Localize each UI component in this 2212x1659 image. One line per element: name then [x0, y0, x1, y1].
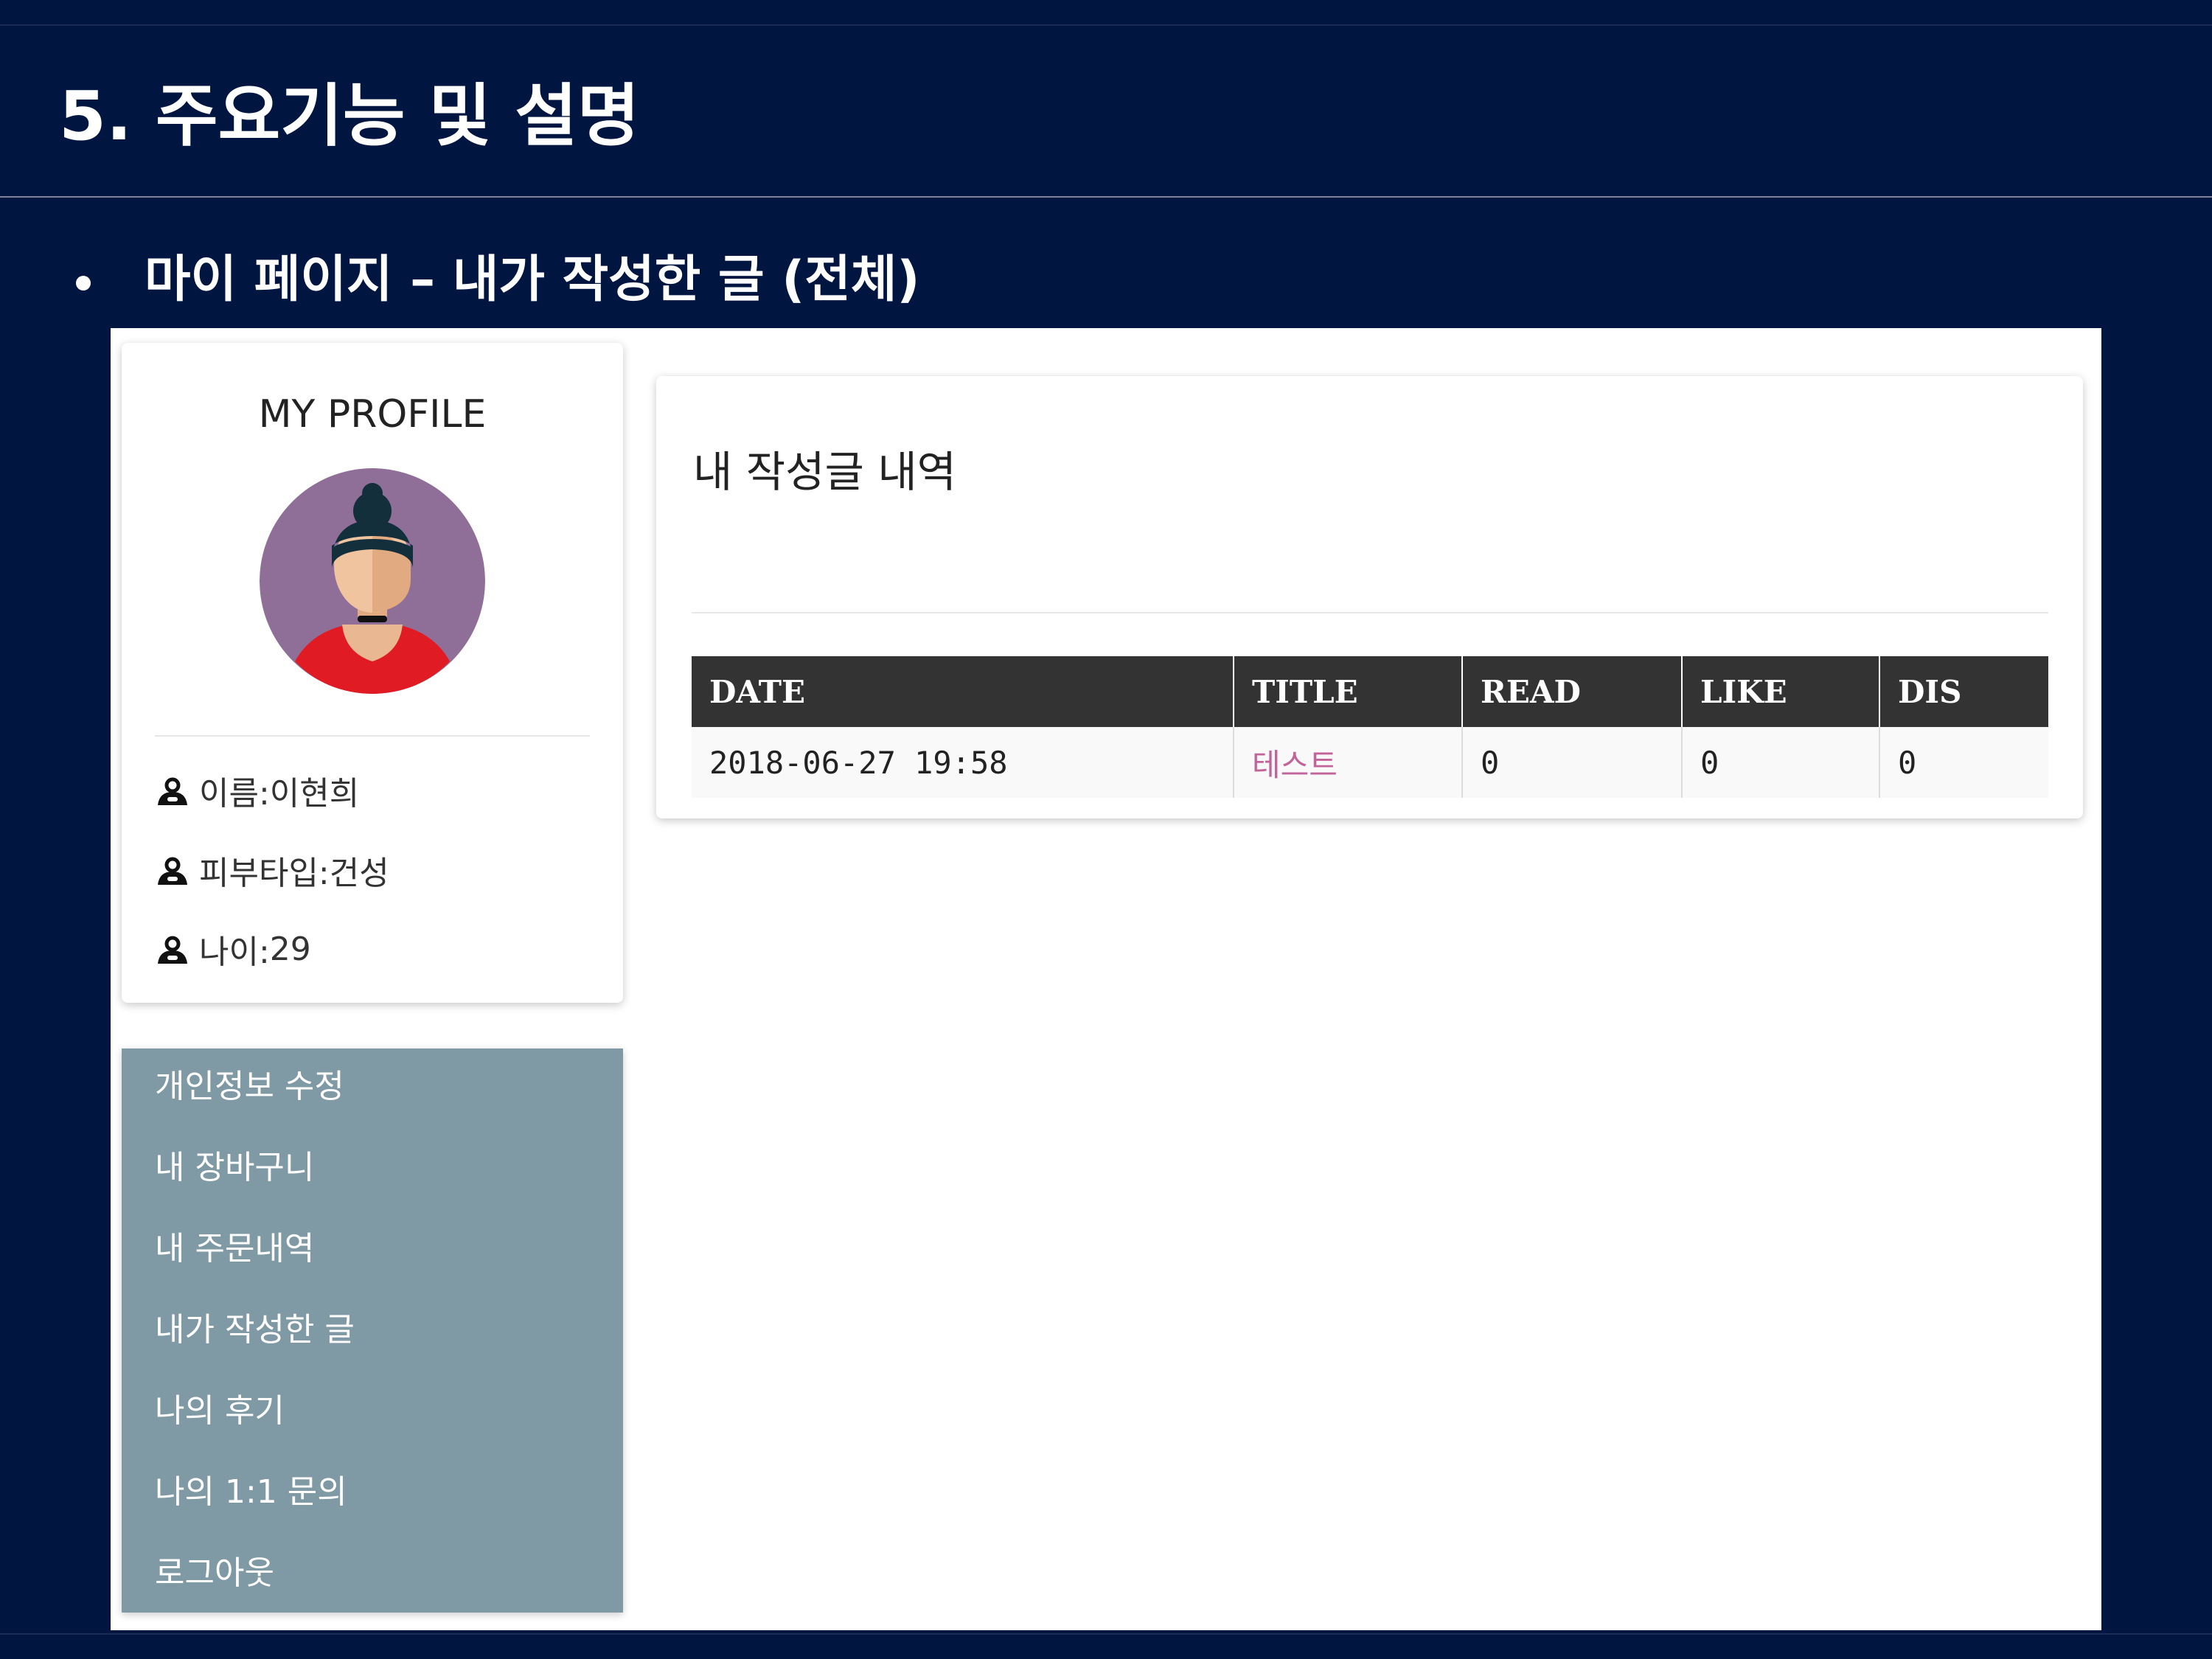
profile-field-name: 이름 이현희: [155, 765, 359, 816]
posts-table: DATE TITLE READ LIKE DIS 2018-06-27 19:5…: [692, 656, 2048, 798]
woman-avatar-icon: [260, 468, 485, 694]
menu-item-inquiries[interactable]: 나의 1:1 문의: [155, 1467, 347, 1518]
posts-divider: [692, 612, 2048, 613]
title-divider: [0, 196, 2212, 198]
column-header-date: DATE: [692, 656, 1234, 727]
menu-item-cart[interactable]: 내 장바구니: [155, 1142, 314, 1194]
cell-dis: 0: [1879, 727, 2048, 798]
field-value: 29: [269, 930, 311, 968]
field-label: 피부타입: [199, 846, 330, 894]
profile-field-age: 나이 29: [155, 923, 311, 975]
slide-title: 5. 주요기능 및 설명: [59, 77, 640, 156]
column-header-read: READ: [1462, 656, 1683, 727]
profile-heading: MY PROFILE: [258, 392, 487, 437]
menu-item-edit-profile[interactable]: 개인정보 수정: [155, 1061, 344, 1113]
profile-card: MY PROFILE 이름 이현희: [122, 343, 623, 1003]
mypage-menu: 개인정보 수정 내 장바구니 내 주문내역 내가 작성한 글 나의 후기 나의 …: [122, 1048, 623, 1613]
my-posts-card: 내 작성글 내역 DATE TITLE READ LIKE DIS 2018-0…: [656, 376, 2083, 818]
column-header-dis: DIS: [1879, 656, 2048, 727]
posts-heading: 내 작성글 내역: [693, 447, 957, 497]
top-divider: [0, 24, 2212, 26]
slide-subtitle: 마이 페이지 – 내가 작성한 글 (전체): [145, 251, 920, 309]
webpage-screenshot: MY PROFILE 이름 이현희: [111, 328, 2101, 1630]
user-icon: [155, 931, 190, 967]
user-icon: [155, 773, 190, 808]
cell-date: 2018-06-27 19:58: [692, 727, 1234, 798]
table-row: 2018-06-27 19:58 테스트 0 0 0: [692, 727, 2048, 798]
cell-like: 0: [1682, 727, 1880, 798]
post-title-link[interactable]: 테스트: [1234, 727, 1463, 798]
menu-item-logout[interactable]: 로그아웃: [155, 1548, 274, 1599]
field-value: 건성: [329, 855, 389, 892]
menu-item-my-posts[interactable]: 내가 작성한 글: [155, 1304, 355, 1356]
column-header-title: TITLE: [1234, 656, 1463, 727]
field-label: 이름: [199, 767, 270, 814]
bottom-divider: [0, 1633, 2212, 1635]
cell-read: 0: [1462, 727, 1683, 798]
field-value: 이현희: [269, 775, 360, 813]
profile-divider: [155, 735, 590, 737]
table-header-row: DATE TITLE READ LIKE DIS: [692, 656, 2048, 727]
menu-item-reviews[interactable]: 나의 후기: [155, 1385, 285, 1437]
bullet-icon: [76, 276, 91, 291]
user-icon: [155, 852, 190, 888]
menu-item-orders[interactable]: 내 주문내역: [155, 1223, 314, 1275]
column-header-like: LIKE: [1682, 656, 1880, 727]
field-label: 나이: [199, 925, 270, 973]
profile-field-skin-type: 피부타입 건성: [155, 844, 389, 896]
